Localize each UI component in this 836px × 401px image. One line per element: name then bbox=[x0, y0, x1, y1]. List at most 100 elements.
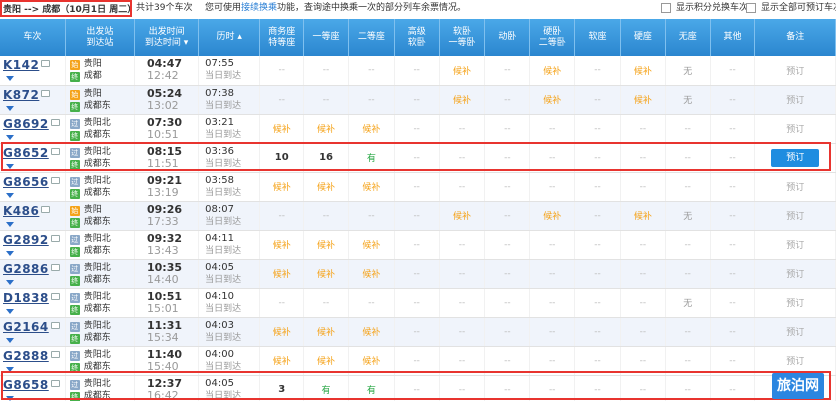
expand-arrow-icon[interactable] bbox=[6, 308, 14, 314]
seat-availability[interactable]: 候补 bbox=[317, 328, 335, 338]
seat-cell[interactable]: 候补 bbox=[529, 85, 576, 115]
train-code-link[interactable]: G8692 bbox=[3, 117, 49, 131]
train-code-link[interactable]: G2892 bbox=[3, 233, 49, 247]
seat-availability[interactable]: 候补 bbox=[362, 241, 380, 251]
seat-cell[interactable]: 候补 bbox=[348, 114, 395, 144]
train-code-link[interactable]: G8652 bbox=[3, 146, 49, 160]
book-button[interactable]: 预订 bbox=[786, 212, 804, 222]
train-info-icon[interactable] bbox=[50, 147, 60, 155]
book-button[interactable]: 预订 bbox=[786, 357, 804, 367]
seat-availability[interactable]: 候补 bbox=[634, 67, 652, 77]
train-info-icon[interactable] bbox=[50, 292, 60, 300]
seat-availability[interactable]: 候补 bbox=[453, 67, 471, 77]
train-code-link[interactable]: K872 bbox=[3, 88, 39, 102]
train-info-icon[interactable] bbox=[50, 350, 60, 358]
train-code-link[interactable]: D1838 bbox=[3, 291, 49, 305]
book-button[interactable]: 预订 bbox=[786, 67, 804, 77]
expand-arrow-icon[interactable] bbox=[6, 192, 14, 198]
train-info-icon[interactable] bbox=[50, 263, 60, 271]
col-times[interactable]: 出发时间 到达时间 ▾ bbox=[134, 19, 200, 56]
seat-cell[interactable]: 候补 bbox=[259, 259, 305, 289]
book-button[interactable]: 预订 bbox=[786, 96, 804, 106]
book-button[interactable]: 预订 bbox=[786, 328, 804, 338]
seat-cell[interactable]: 候补 bbox=[348, 317, 395, 347]
expand-arrow-icon[interactable] bbox=[6, 163, 14, 169]
book-button[interactable]: 预订 bbox=[786, 299, 804, 309]
seat-cell[interactable]: 候补 bbox=[303, 317, 349, 347]
train-code-link[interactable]: G2886 bbox=[3, 262, 49, 276]
seat-availability[interactable]: 候补 bbox=[362, 183, 380, 193]
expand-arrow-icon[interactable] bbox=[6, 337, 14, 343]
train-info-icon[interactable] bbox=[50, 379, 60, 387]
seat-cell[interactable]: 候补 bbox=[259, 346, 305, 376]
seat-availability[interactable]: 候补 bbox=[362, 270, 380, 280]
book-button[interactable]: 预订 bbox=[786, 270, 804, 280]
seat-availability[interactable]: 候补 bbox=[317, 270, 335, 280]
train-code-link[interactable]: K486 bbox=[3, 204, 39, 218]
seat-availability[interactable]: 候补 bbox=[453, 96, 471, 106]
train-info-icon[interactable] bbox=[50, 176, 60, 184]
expand-arrow-icon[interactable] bbox=[6, 76, 14, 82]
seat-availability[interactable]: 候补 bbox=[634, 96, 652, 106]
book-button[interactable]: 预订 bbox=[786, 183, 804, 193]
train-info-icon[interactable] bbox=[41, 60, 51, 68]
points-checkbox[interactable] bbox=[661, 3, 671, 13]
train-code-link[interactable]: K142 bbox=[3, 58, 39, 72]
seat-availability[interactable]: 候补 bbox=[273, 183, 291, 193]
seat-availability[interactable]: 候补 bbox=[273, 270, 291, 280]
train-info-icon[interactable] bbox=[50, 234, 60, 242]
seat-availability[interactable]: 候补 bbox=[273, 328, 291, 338]
book-button[interactable]: 预订 bbox=[786, 125, 804, 135]
seat-cell[interactable]: 候补 bbox=[303, 172, 349, 202]
all-bookable-checkbox[interactable] bbox=[746, 3, 756, 13]
seat-availability[interactable]: 候补 bbox=[634, 212, 652, 222]
expand-arrow-icon[interactable] bbox=[6, 279, 14, 285]
seat-cell[interactable]: 候补 bbox=[348, 259, 395, 289]
seat-availability[interactable]: 候补 bbox=[543, 67, 561, 77]
seat-availability[interactable]: 候补 bbox=[317, 241, 335, 251]
seat-cell[interactable]: 候补 bbox=[620, 201, 666, 231]
seat-cell[interactable]: 候补 bbox=[259, 317, 305, 347]
seat-cell[interactable]: 候补 bbox=[259, 172, 305, 202]
transfer-link[interactable]: 接续换乘 bbox=[241, 3, 277, 13]
train-info-icon[interactable] bbox=[50, 118, 60, 126]
seat-cell[interactable]: 候补 bbox=[348, 172, 395, 202]
seat-cell[interactable]: 候补 bbox=[259, 230, 305, 260]
seat-cell[interactable]: 候补 bbox=[439, 56, 486, 86]
seat-cell[interactable]: 候补 bbox=[529, 201, 576, 231]
seat-availability[interactable]: 候补 bbox=[362, 357, 380, 367]
seat-cell[interactable]: 候补 bbox=[439, 201, 486, 231]
expand-arrow-icon[interactable] bbox=[6, 395, 14, 401]
expand-arrow-icon[interactable] bbox=[6, 134, 14, 140]
expand-arrow-icon[interactable] bbox=[6, 105, 14, 111]
book-button[interactable]: 预订 bbox=[786, 241, 804, 251]
train-code-link[interactable]: G8658 bbox=[3, 378, 49, 392]
seat-availability[interactable]: 候补 bbox=[362, 328, 380, 338]
book-button[interactable]: 预订 bbox=[771, 148, 820, 167]
seat-cell[interactable]: 候补 bbox=[348, 230, 395, 260]
seat-availability[interactable]: 候补 bbox=[453, 212, 471, 222]
expand-arrow-icon[interactable] bbox=[6, 250, 14, 256]
expand-arrow-icon[interactable] bbox=[6, 221, 14, 227]
seat-availability[interactable]: 候补 bbox=[362, 125, 380, 135]
seat-cell[interactable]: 候补 bbox=[620, 56, 666, 86]
seat-cell[interactable]: 候补 bbox=[529, 56, 576, 86]
seat-availability[interactable]: 候补 bbox=[317, 357, 335, 367]
seat-cell[interactable]: 候补 bbox=[303, 230, 349, 260]
train-info-icon[interactable] bbox=[41, 205, 51, 213]
seat-cell[interactable]: 候补 bbox=[303, 114, 349, 144]
train-info-icon[interactable] bbox=[41, 89, 51, 97]
col-duration[interactable]: 历时 ▴ bbox=[198, 19, 261, 56]
seat-availability[interactable]: 候补 bbox=[273, 125, 291, 135]
seat-availability[interactable]: 候补 bbox=[543, 212, 561, 222]
seat-availability[interactable]: 候补 bbox=[273, 241, 291, 251]
seat-availability[interactable]: 候补 bbox=[317, 183, 335, 193]
train-info-icon[interactable] bbox=[50, 321, 60, 329]
seat-availability[interactable]: 候补 bbox=[273, 357, 291, 367]
expand-arrow-icon[interactable] bbox=[6, 366, 14, 372]
seat-cell[interactable]: 候补 bbox=[259, 114, 305, 144]
seat-cell[interactable]: 候补 bbox=[348, 346, 395, 376]
seat-cell[interactable]: 候补 bbox=[439, 85, 486, 115]
train-code-link[interactable]: G2164 bbox=[3, 320, 49, 334]
seat-availability[interactable]: 候补 bbox=[543, 96, 561, 106]
